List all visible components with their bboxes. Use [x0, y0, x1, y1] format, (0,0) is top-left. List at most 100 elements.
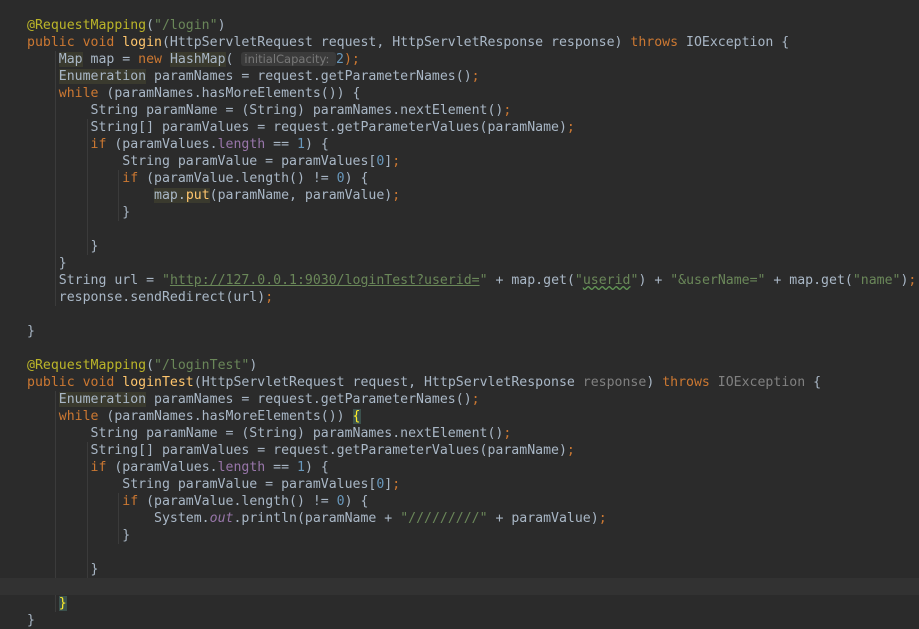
- code-line[interactable]: Enumeration paramNames = request.getPara…: [0, 68, 919, 85]
- code-token: while: [58, 86, 107, 101]
- code-text: String paramName = (String) paramNames.n…: [27, 102, 512, 119]
- code-text: }: [27, 255, 67, 272]
- code-line[interactable]: }: [0, 612, 919, 629]
- code-line[interactable]: if (paramValues.length == 1) {: [0, 136, 919, 153]
- code-text: }: [27, 238, 99, 255]
- code-token: "/////////": [400, 511, 488, 526]
- code-token: ==: [273, 460, 297, 475]
- code-editor[interactable]: @RequestMapping("/login") public void log…: [0, 0, 919, 628]
- code-token: (paramValue.length() !=: [146, 494, 337, 509]
- code-token: new: [138, 52, 170, 67]
- caret-line[interactable]: [0, 578, 919, 595]
- code-line[interactable]: if (paramValue.length() != 0) {: [0, 170, 919, 187]
- code-token: 1: [296, 137, 305, 152]
- code-text: Map map = new HashMap( initialCapacity: …: [27, 51, 360, 68]
- code-line[interactable]: while (paramNames.hasMoreElements()) {: [0, 408, 919, 425]
- code-text: if (paramValue.length() != 0) {: [27, 170, 368, 187]
- code-line[interactable]: String[] paramValues = request.getParame…: [0, 119, 919, 136]
- code-token: public void: [27, 375, 123, 390]
- code-line[interactable]: Map map = new HashMap( initialCapacity: …: [0, 51, 919, 68]
- code-token: String[] paramValues = request.getParame…: [27, 120, 567, 135]
- code-token: ": [161, 273, 170, 288]
- code-text: while (paramNames.hasMoreElements()) {: [27, 85, 361, 102]
- code-token: ;: [566, 443, 575, 458]
- code-token: (: [146, 358, 155, 373]
- code-text: if (paramValue.length() != 0) {: [27, 493, 368, 510]
- code-line[interactable]: }: [0, 323, 919, 340]
- code-line[interactable]: }: [0, 527, 919, 544]
- code-line[interactable]: String paramValue = paramValues[0];: [0, 476, 919, 493]
- code-line[interactable]: [0, 221, 919, 238]
- code-token: ;: [908, 273, 917, 288]
- code-line[interactable]: Enumeration paramNames = request.getPara…: [0, 391, 919, 408]
- code-line[interactable]: String[] paramValues = request.getParame…: [0, 442, 919, 459]
- code-line[interactable]: [0, 306, 919, 323]
- code-line[interactable]: [0, 544, 919, 561]
- code-line[interactable]: @RequestMapping("/loginTest"): [0, 357, 919, 374]
- code-text: String paramValue = paramValues[0];: [27, 153, 400, 170]
- code-token: (HttpServletRequest request, HttpServlet…: [193, 375, 583, 390]
- code-line[interactable]: [0, 340, 919, 357]
- code-token: (: [146, 18, 155, 33]
- code-token: ;: [471, 69, 480, 84]
- code-text: }: [27, 204, 130, 221]
- code-line[interactable]: public void login(HttpServletRequest req…: [0, 34, 919, 51]
- code-line[interactable]: public void loginTest(HttpServletRequest…: [0, 374, 919, 391]
- code-line[interactable]: @RequestMapping("/login"): [0, 17, 919, 34]
- code-token: ==: [273, 137, 297, 152]
- code-token: IOException {: [686, 35, 790, 50]
- code-token: paramNames = request.getParameterNames(): [146, 392, 472, 407]
- code-line[interactable]: String paramName = (String) paramNames.n…: [0, 425, 919, 442]
- code-token: }: [27, 239, 99, 254]
- code-line[interactable]: System.out.println(paramName + "////////…: [0, 510, 919, 527]
- code-line[interactable]: response.sendRedirect(url);: [0, 289, 919, 306]
- code-token: ) {: [304, 460, 329, 475]
- code-line[interactable]: if (paramValues.length == 1) {: [0, 459, 919, 476]
- code-text: @RequestMapping("/login"): [27, 17, 226, 34]
- code-text: public void login(HttpServletRequest req…: [27, 34, 789, 51]
- code-token: (: [225, 52, 242, 67]
- code-text: }: [27, 323, 35, 340]
- code-token: HashMap: [169, 52, 226, 67]
- code-line[interactable]: }: [0, 595, 919, 612]
- code-token: map =: [82, 52, 139, 67]
- code-line[interactable]: String paramName = (String) paramNames.n…: [0, 102, 919, 119]
- code-text: String paramName = (String) paramNames.n…: [27, 425, 512, 442]
- code-token: ;: [598, 511, 607, 526]
- code-token: (HttpServletRequest request, HttpServlet…: [161, 35, 631, 50]
- code-token: }: [27, 613, 35, 628]
- code-token: "&userName=": [670, 273, 766, 288]
- code-token: );: [343, 52, 360, 67]
- code-line[interactable]: }: [0, 255, 919, 272]
- code-line[interactable]: map.put(paramName, paramValue);: [0, 187, 919, 204]
- code-token: String[] paramValues = request.getParame…: [27, 443, 567, 458]
- code-token: ": [574, 273, 583, 288]
- code-token: @RequestMapping: [27, 18, 147, 33]
- code-line[interactable]: while (paramNames.hasMoreElements()) {: [0, 85, 919, 102]
- code-token: loginTest: [122, 375, 194, 390]
- code-token: ) {: [344, 171, 369, 186]
- code-token: ": [479, 273, 488, 288]
- code-line[interactable]: }: [0, 204, 919, 221]
- code-token: if: [122, 171, 147, 186]
- code-token: ) {: [344, 494, 369, 509]
- code-token: @RequestMapping: [27, 358, 147, 373]
- code-line[interactable]: String paramValue = paramValues[0];: [0, 153, 919, 170]
- code-token: put: [185, 188, 210, 203]
- code-token: .println(paramName +: [233, 511, 401, 526]
- code-token: (paramValues.: [114, 137, 218, 152]
- code-line[interactable]: }: [0, 238, 919, 255]
- code-token: map.: [154, 188, 186, 203]
- code-line[interactable]: String url = "http://127.0.0.1:9030/logi…: [0, 272, 919, 289]
- code-token: System.: [27, 511, 210, 526]
- code-line[interactable]: if (paramValue.length() != 0) {: [0, 493, 919, 510]
- code-token: String paramName = (String) paramNames.n…: [27, 426, 504, 441]
- code-line[interactable]: }: [0, 561, 919, 578]
- code-text: String[] paramValues = request.getParame…: [27, 442, 575, 459]
